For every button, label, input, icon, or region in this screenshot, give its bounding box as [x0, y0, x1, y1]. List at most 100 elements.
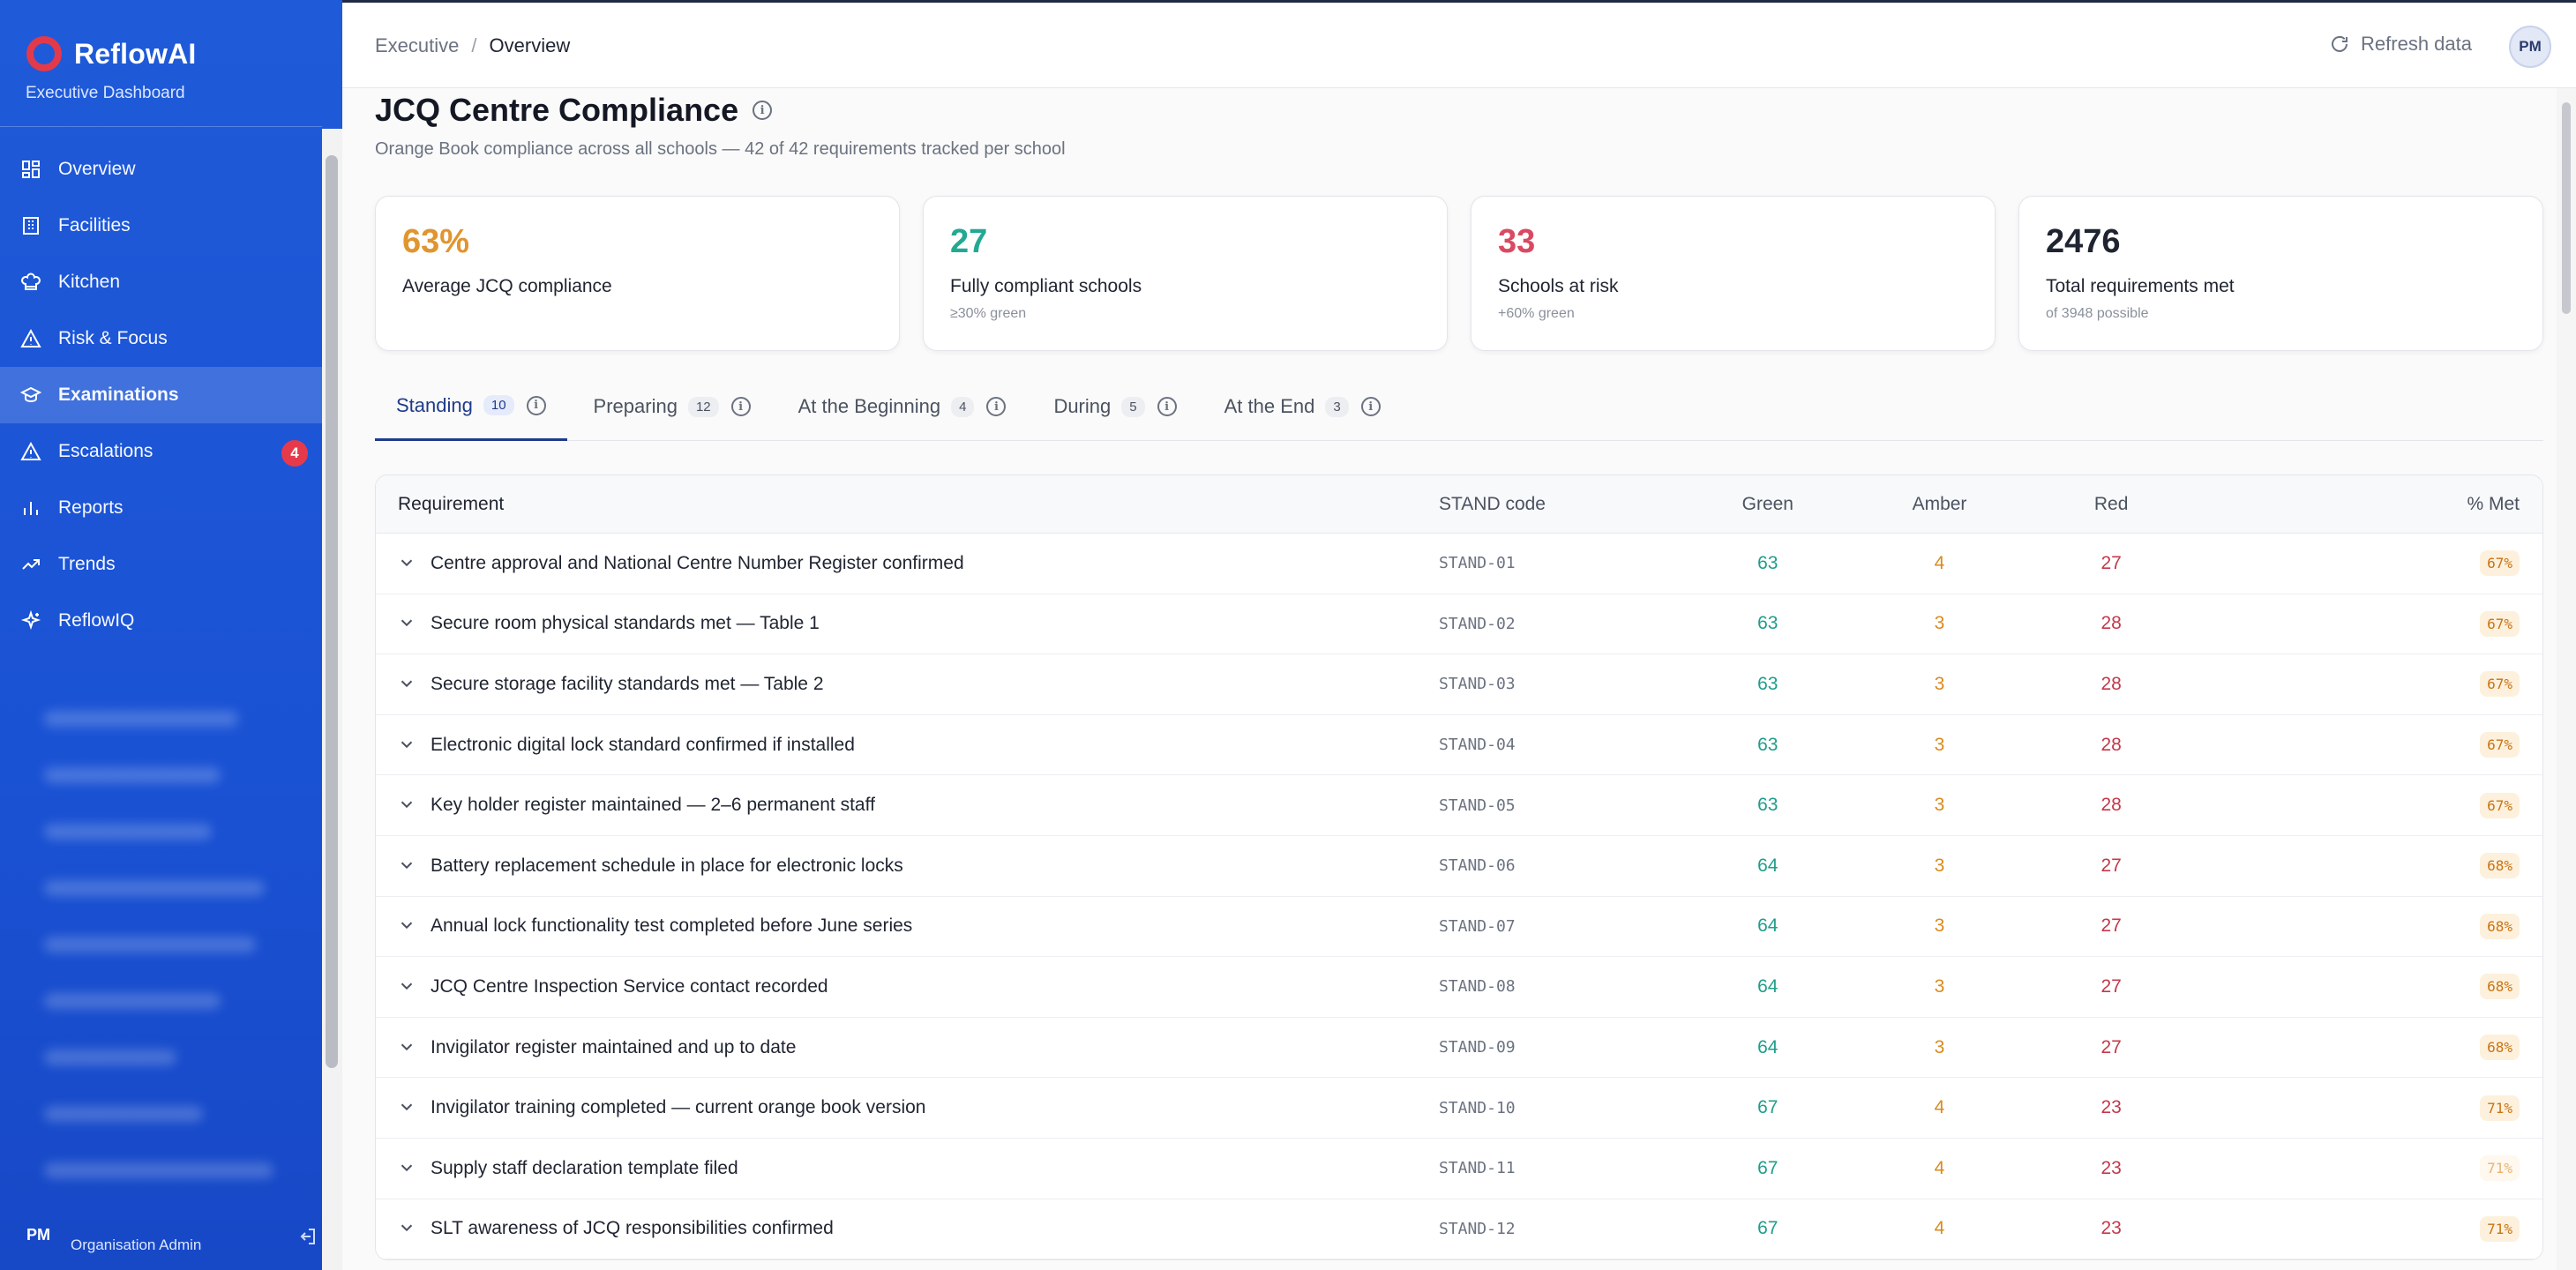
- table-body: Centre approval and National Centre Numb…: [376, 534, 2542, 1260]
- sidebar-item-reports[interactable]: Reports: [0, 480, 322, 536]
- refresh-data-button[interactable]: Refresh data: [2329, 33, 2472, 56]
- chevron-down-icon[interactable]: [397, 613, 418, 634]
- sidebar-item-label: ReflowIQ: [58, 610, 135, 631]
- table-row[interactable]: Secure storage facility standards met — …: [376, 654, 2542, 715]
- sidebar-item-risk-focus[interactable]: Risk & Focus: [0, 310, 322, 367]
- table-row[interactable]: Battery replacement schedule in place fo…: [376, 836, 2542, 897]
- info-icon[interactable]: i: [730, 397, 751, 416]
- table-row[interactable]: Centre approval and National Centre Numb…: [376, 534, 2542, 594]
- info-icon[interactable]: i: [1360, 397, 1381, 416]
- percent-met-cell: 68%: [2198, 853, 2542, 879]
- tab-count: 10: [483, 395, 514, 415]
- chevron-down-icon[interactable]: [397, 1218, 418, 1239]
- table-row[interactable]: Supply staff declaration template filed S…: [376, 1139, 2542, 1199]
- sidebar-scrollbar-thumb[interactable]: [326, 155, 338, 1068]
- stand-code-cell: STAND-11: [1438, 1159, 1516, 1178]
- stand-code-cell: STAND-01: [1438, 554, 1516, 573]
- amber-count-cell: 4: [1934, 1218, 1945, 1239]
- tab-during[interactable]: During 5 i: [1032, 372, 1197, 441]
- breadcrumb-executive[interactable]: Executive: [375, 34, 459, 57]
- chevron-down-icon[interactable]: [397, 735, 418, 756]
- amber-count-cell: 3: [1934, 855, 1945, 876]
- main-scrollbar[interactable]: [2557, 88, 2576, 1270]
- red-count-cell: 28: [2100, 673, 2122, 694]
- tab-standing[interactable]: Standing 10 i: [375, 372, 567, 441]
- sidebar-item-trends[interactable]: Trends: [0, 536, 322, 593]
- tab-count: 5: [1121, 396, 1145, 417]
- chevron-down-icon[interactable]: [397, 915, 418, 937]
- tab-at-the-beginning[interactable]: At the Beginning 4 i: [777, 372, 1028, 441]
- sidebar-item-examinations[interactable]: Examinations: [0, 367, 322, 423]
- table-row[interactable]: Secure room physical standards met — Tab…: [376, 594, 2542, 655]
- reflowai-logo-icon: [26, 36, 62, 71]
- table-header: Requirement STAND code Green Amber Red %…: [376, 475, 2542, 534]
- warning-icon: [19, 327, 42, 350]
- requirement-cell: Electronic digital lock standard confirm…: [376, 735, 1439, 756]
- column-header-green[interactable]: Green: [1681, 494, 1853, 515]
- info-icon[interactable]: i: [986, 397, 1007, 416]
- red-count-cell: 28: [2100, 613, 2122, 634]
- stand-code-cell: STAND-12: [1438, 1219, 1516, 1238]
- percent-met-badge: 68%: [2480, 974, 2520, 1000]
- table-row[interactable]: SLT awareness of JCQ responsibilities co…: [376, 1199, 2542, 1260]
- sidebar-scrollbar[interactable]: [322, 129, 342, 1270]
- table-row[interactable]: Invigilator training completed — current…: [376, 1078, 2542, 1139]
- red-count-cell: 27: [2100, 1036, 2122, 1057]
- red-count-cell: 23: [2100, 1097, 2122, 1118]
- percent-met-cell: 71%: [2198, 1215, 2542, 1242]
- stand-code-cell: STAND-03: [1438, 675, 1516, 694]
- table-row[interactable]: JCQ Centre Inspection Service contact re…: [376, 957, 2542, 1018]
- avatar[interactable]: PM: [2509, 26, 2551, 68]
- column-header-amber[interactable]: Amber: [1853, 494, 2026, 515]
- table-row[interactable]: Annual lock functionality test completed…: [376, 897, 2542, 958]
- percent-met-cell: 67%: [2198, 610, 2542, 637]
- chevron-down-icon[interactable]: [397, 553, 418, 574]
- bar-chart-icon: [19, 497, 42, 519]
- chevron-down-icon[interactable]: [397, 795, 418, 816]
- sidebar-item-kitchen[interactable]: Kitchen: [0, 254, 322, 310]
- red-count-cell: 23: [2100, 1218, 2122, 1239]
- column-header-percent-met[interactable]: % Met: [2198, 494, 2542, 515]
- chevron-down-icon[interactable]: [397, 1097, 418, 1118]
- logout-icon[interactable]: [296, 1226, 318, 1247]
- column-header-red[interactable]: Red: [2026, 494, 2198, 515]
- info-icon[interactable]: i: [526, 395, 546, 415]
- refresh-icon: [2332, 35, 2348, 52]
- chevron-down-icon[interactable]: [397, 976, 418, 997]
- sidebar-item-facilities[interactable]: Facilities: [0, 198, 322, 254]
- table-row[interactable]: Electronic digital lock standard confirm…: [376, 715, 2542, 776]
- column-header-code[interactable]: STAND code: [1439, 494, 1681, 515]
- sidebar-item-reflowiq[interactable]: ReflowIQ: [0, 593, 322, 649]
- chevron-down-icon[interactable]: [397, 1158, 418, 1179]
- table-row[interactable]: Invigilator register maintained and up t…: [376, 1018, 2542, 1079]
- green-count-cell: 67: [1757, 1097, 1778, 1118]
- green-count-cell: 64: [1757, 1036, 1778, 1057]
- tab-count: 12: [687, 396, 719, 417]
- main-scrollbar-thumb[interactable]: [2562, 102, 2571, 314]
- chevron-down-icon[interactable]: [397, 1037, 418, 1058]
- brand[interactable]: ReflowAI: [26, 32, 197, 76]
- amber-count-cell: 3: [1934, 915, 1945, 937]
- red-count-cell: 28: [2100, 795, 2122, 816]
- chevron-down-icon[interactable]: [397, 674, 418, 695]
- sidebar-item-overview[interactable]: Overview: [0, 141, 322, 198]
- requirement-text: Key holder register maintained — 2–6 per…: [431, 795, 875, 816]
- requirement-text: Secure storage facility standards met — …: [431, 673, 824, 694]
- chef-hat-icon: [19, 271, 42, 294]
- info-icon[interactable]: i: [1157, 397, 1177, 416]
- tab-preparing[interactable]: Preparing 12 i: [573, 372, 772, 441]
- sidebar-item-label: Reports: [58, 497, 124, 518]
- chevron-down-icon[interactable]: [397, 855, 418, 877]
- table-row[interactable]: Key holder register maintained — 2–6 per…: [376, 775, 2542, 836]
- info-icon[interactable]: i: [753, 101, 773, 120]
- sidebar-item-escalations[interactable]: Escalations 4: [0, 423, 322, 480]
- stand-code-cell: STAND-04: [1438, 736, 1516, 755]
- sidebar-item-label: Overview: [58, 159, 136, 179]
- green-count-cell: 67: [1757, 1157, 1778, 1178]
- user-role: Organisation Admin: [71, 1236, 202, 1253]
- column-header-requirement[interactable]: Requirement: [376, 494, 1439, 515]
- sidebar-item-label: Risk & Focus: [58, 328, 168, 348]
- green-count-cell: 67: [1757, 1218, 1778, 1239]
- tab-at-the-end[interactable]: At the End 3 i: [1203, 372, 1402, 441]
- amber-count-cell: 3: [1934, 613, 1945, 634]
